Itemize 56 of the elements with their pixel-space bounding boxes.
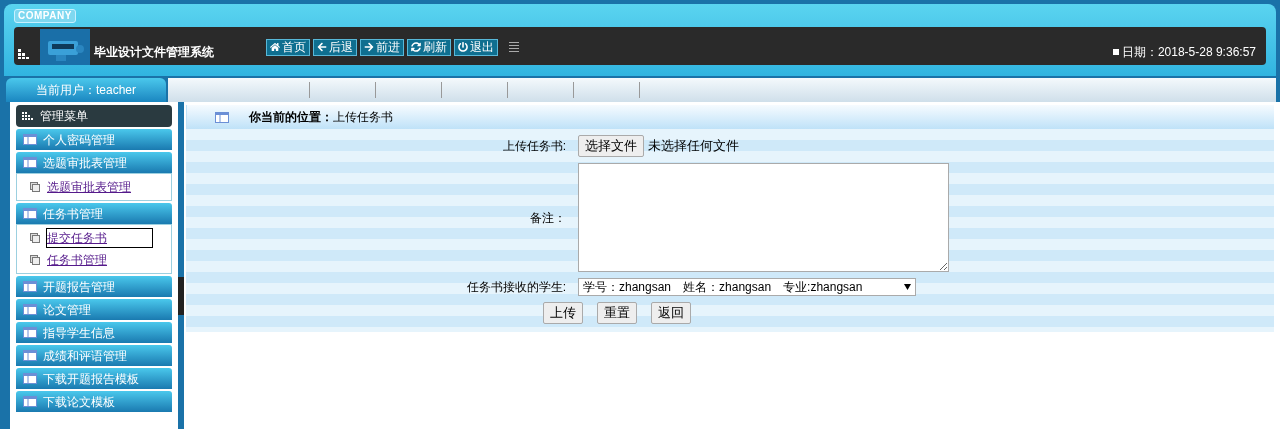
nav-button[interactable]: 前进 xyxy=(360,38,404,56)
panel-icon xyxy=(23,327,37,338)
menu-group[interactable]: 下载论文模板 xyxy=(16,391,172,412)
menu-group[interactable]: 任务书管理 xyxy=(16,203,172,224)
grid-icon xyxy=(22,112,34,120)
student-select[interactable]: 学号：zhangsan 姓名：zhangsan 专业:zhangsan xyxy=(578,278,916,296)
square-icon xyxy=(1112,49,1119,55)
system-title: 毕业设计文件管理系统 xyxy=(94,44,215,61)
nav-button[interactable]: 后退 xyxy=(313,38,357,56)
nav-button[interactable]: 首页 xyxy=(266,38,310,56)
panel-icon xyxy=(23,373,37,384)
refresh-icon xyxy=(411,42,421,52)
nav-button[interactable]: 刷新 xyxy=(407,38,451,56)
date-text: 日期：2018-5-28 9:36:57 xyxy=(1112,43,1256,61)
form-button[interactable]: 重置 xyxy=(597,302,637,324)
field-label: 上传任务书: xyxy=(501,138,567,155)
menu-icon xyxy=(509,42,519,52)
menu-link[interactable]: 任务书管理 xyxy=(46,250,153,270)
form-button[interactable]: 返回 xyxy=(651,302,691,324)
file-status: 未选择任何文件 xyxy=(648,137,739,156)
panel-icon xyxy=(23,304,37,315)
menu-group[interactable]: 成绩和评语管理 xyxy=(16,345,172,366)
right-arrow-icon xyxy=(364,42,374,52)
power-icon xyxy=(458,42,468,52)
field-label: 备注： xyxy=(529,209,567,227)
menu-group[interactable]: 下载开题报告模板 xyxy=(16,368,172,389)
panel-icon xyxy=(23,281,37,292)
left-arrow-icon xyxy=(317,42,327,52)
menu-group[interactable]: 选题审批表管理 xyxy=(16,152,172,173)
field-label: 任务书接收的学生: xyxy=(465,279,567,296)
choose-file-button[interactable]: 选择文件 xyxy=(578,135,644,157)
menu-link[interactable]: 提交任务书 xyxy=(46,228,153,248)
menu-group[interactable]: 指导学生信息 xyxy=(16,322,172,343)
page-icon xyxy=(30,255,40,265)
current-user: 当前用户：teacher xyxy=(36,82,136,99)
panel-icon xyxy=(23,134,37,145)
panel-icon xyxy=(23,157,37,168)
form-button[interactable]: 上传 xyxy=(543,302,583,324)
collapse-handle[interactable] xyxy=(178,276,184,315)
remark-field[interactable] xyxy=(578,163,949,272)
menu-group[interactable]: 开题报告管理 xyxy=(16,276,172,297)
page-icon xyxy=(30,182,40,192)
page-icon xyxy=(30,233,40,243)
dropdown-icon xyxy=(904,284,911,290)
breadcrumb: 你当前的位置：上传任务书 xyxy=(249,109,393,126)
dots-icon xyxy=(18,49,30,59)
nav-button[interactable]: 退出 xyxy=(454,38,498,56)
menu-group[interactable]: 个人密码管理 xyxy=(16,129,172,150)
panel-icon xyxy=(23,350,37,361)
panel-icon xyxy=(215,111,229,123)
company-badge: COMPANY xyxy=(14,9,76,23)
home-icon xyxy=(270,42,280,52)
panel-icon xyxy=(23,208,37,219)
panel-icon xyxy=(23,396,37,407)
sidebar-title-text: 管理菜单 xyxy=(40,108,88,125)
menu-group[interactable]: 论文管理 xyxy=(16,299,172,320)
